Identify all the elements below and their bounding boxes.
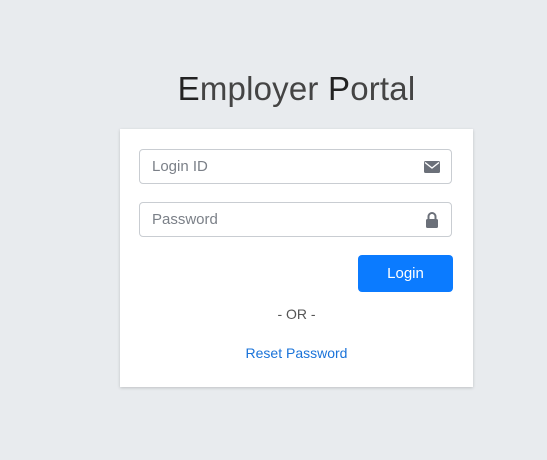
login-id-field-wrapper bbox=[139, 149, 452, 184]
password-field-wrapper bbox=[139, 202, 452, 237]
password-input[interactable] bbox=[140, 203, 412, 236]
page-title-part-ortal: ortal bbox=[350, 70, 416, 107]
page-title-initial-e: E bbox=[177, 70, 200, 107]
login-card: Login - OR - Reset Password bbox=[120, 129, 473, 387]
or-separator: - OR - bbox=[277, 306, 316, 322]
page-title-part-mployer: mployer bbox=[199, 70, 328, 107]
page-title: Employer Portal bbox=[0, 70, 547, 108]
login-id-input[interactable] bbox=[140, 150, 412, 183]
login-button[interactable]: Login bbox=[358, 255, 453, 292]
page-title-initial-p: P bbox=[327, 70, 351, 107]
reset-password-link[interactable]: Reset Password bbox=[120, 345, 473, 361]
lock-icon bbox=[423, 212, 440, 228]
envelope-icon bbox=[423, 159, 440, 175]
